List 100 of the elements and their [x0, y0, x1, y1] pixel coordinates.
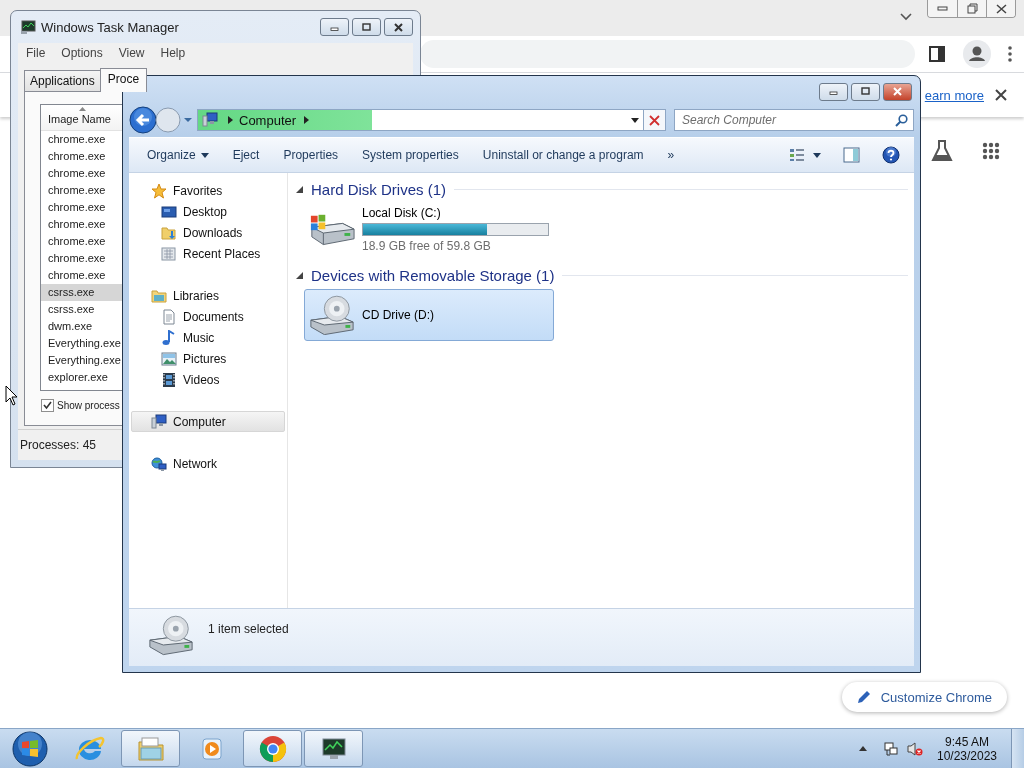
toolbar-button[interactable]: Organize: [135, 141, 221, 169]
nav-item[interactable]: Recent Places: [131, 243, 285, 264]
side-panel-icon[interactable]: [929, 46, 945, 62]
nav-item[interactable]: Desktop: [131, 201, 285, 222]
taskbar-button[interactable]: [304, 730, 363, 767]
tab[interactable]: Proce: [99, 68, 148, 92]
menu-item[interactable]: Help: [152, 45, 194, 60]
dropdown-arrow-icon[interactable]: [631, 117, 639, 123]
nav-item[interactable]: Music: [131, 327, 285, 348]
help-icon[interactable]: [882, 146, 900, 164]
breadcrumb[interactable]: Computer: [239, 112, 297, 128]
stop-button[interactable]: [644, 109, 666, 131]
back-button[interactable]: [129, 106, 157, 134]
process-row[interactable]: chrome.exe: [41, 216, 122, 233]
restore-button[interactable]: [957, 0, 986, 17]
tab[interactable]: Applications: [24, 70, 101, 91]
minimize-button[interactable]: [819, 82, 848, 101]
process-row[interactable]: chrome.exe: [41, 182, 122, 199]
process-row[interactable]: dwm.exe: [41, 318, 122, 335]
search-field[interactable]: Search Computer: [674, 109, 914, 131]
volume-muted-icon[interactable]: [907, 740, 923, 757]
start-button[interactable]: [12, 730, 48, 767]
process-row[interactable]: chrome.exe: [41, 165, 122, 182]
nav-item[interactable]: Pictures: [131, 348, 285, 369]
process-row[interactable]: chrome.exe: [41, 131, 122, 148]
caret-icon: [200, 152, 209, 158]
address-bar[interactable]: Computer: [197, 109, 644, 131]
group-header[interactable]: Devices with Removable Storage (1): [311, 266, 555, 284]
nav-item[interactable]: Network: [131, 453, 285, 474]
nav-item[interactable]: Favorites: [131, 180, 285, 201]
process-row[interactable]: explorer.exe: [41, 369, 122, 386]
caret-icon: [813, 152, 821, 158]
process-row[interactable]: chrome.exe: [41, 199, 122, 216]
toolbar-button[interactable]: Eject: [220, 141, 272, 169]
nav-item[interactable]: Downloads: [131, 222, 285, 243]
close-glyph-icon: [393, 22, 404, 32]
close-glyph-icon: [649, 114, 660, 126]
drive-name: CD Drive (D:): [362, 308, 434, 322]
collapse-triangle-icon[interactable]: [296, 185, 303, 193]
process-row[interactable]: chrome.exe: [41, 233, 122, 250]
close-button[interactable]: [986, 0, 1015, 17]
toolbar-button[interactable]: System properties: [350, 141, 471, 169]
cd-drive-icon: [308, 294, 356, 336]
clock[interactable]: 9:45 AM 10/23/2023: [937, 734, 997, 763]
breadcrumb-arrow-icon[interactable]: [304, 116, 310, 124]
process-row[interactable]: Everything.exe: [41, 352, 122, 369]
minimize-glyph-icon: [937, 6, 948, 11]
nav-item[interactable]: Documents: [131, 306, 285, 327]
menu-item[interactable]: File: [18, 45, 54, 60]
selection-status: 1 item selected: [208, 622, 289, 636]
task-manager-icon: [20, 19, 36, 35]
chevron-down-icon[interactable]: [900, 13, 912, 21]
nav-item[interactable]: Computer: [131, 411, 285, 432]
apps-grid-icon[interactable]: [982, 142, 1000, 160]
picture-icon: [161, 350, 177, 367]
menu-icon[interactable]: [1008, 46, 1012, 62]
address-field[interactable]: [420, 40, 915, 68]
process-row[interactable]: csrss.exe: [41, 284, 122, 301]
toolbar-button[interactable]: Uninstall or change a program: [470, 141, 656, 169]
show-hidden-icons-icon[interactable]: [859, 746, 867, 751]
minimize-button[interactable]: [320, 18, 349, 36]
more-commands-button[interactable]: »: [655, 141, 687, 169]
process-row[interactable]: chrome.exe: [41, 250, 122, 267]
nav-item[interactable]: Videos: [131, 369, 285, 390]
nav-item[interactable]: Libraries: [131, 285, 285, 306]
drive-tile[interactable]: Local Disk (C:) 18.9 GB free of 59.8 GB: [304, 203, 554, 255]
close-button[interactable]: [384, 18, 413, 36]
process-row[interactable]: chrome.exe: [41, 267, 122, 284]
maximize-glyph-icon: [860, 87, 871, 96]
collapse-triangle-icon[interactable]: [296, 271, 303, 279]
recent-pages-dropdown-icon[interactable]: [183, 117, 193, 123]
process-row[interactable]: chrome.exe: [41, 148, 122, 165]
free-space-text: 18.9 GB free of 59.8 GB: [362, 238, 492, 253]
window-title: Windows Task Manager: [41, 19, 179, 35]
process-row[interactable]: csrss.exe: [41, 301, 122, 318]
close-button[interactable]: [883, 82, 912, 101]
menu-item[interactable]: Options: [53, 45, 111, 60]
computer-icon: [201, 112, 219, 128]
menu-item[interactable]: View: [110, 45, 153, 60]
close-glyph-icon: [995, 3, 1007, 14]
browser-icon: [257, 733, 288, 764]
computer-icon: [151, 413, 167, 430]
network-icon[interactable]: [883, 740, 899, 757]
breadcrumb-arrow-icon[interactable]: [228, 116, 233, 124]
checkbox[interactable]: [41, 399, 54, 412]
avatar-icon[interactable]: [963, 40, 991, 68]
customize-chrome-button[interactable]: Customize Chrome: [841, 682, 1007, 712]
drive-tile[interactable]: CD Drive (D:): [304, 289, 554, 341]
learn-more-link[interactable]: earn more: [924, 87, 984, 103]
flask-icon[interactable]: [930, 139, 954, 163]
process-row[interactable]: Everything.exe: [41, 335, 122, 352]
close-icon[interactable]: [995, 89, 1007, 101]
toolbar-button[interactable]: Properties: [271, 141, 351, 169]
maximize-button[interactable]: [352, 18, 381, 36]
date-text: 10/23/2023: [936, 748, 998, 763]
time-text: 9:45 AM: [945, 734, 989, 749]
search-icon[interactable]: [895, 114, 908, 127]
maximize-button[interactable]: [851, 82, 880, 101]
view-options-button[interactable]: [789, 148, 821, 162]
group-header[interactable]: Hard Disk Drives (1): [311, 180, 446, 198]
